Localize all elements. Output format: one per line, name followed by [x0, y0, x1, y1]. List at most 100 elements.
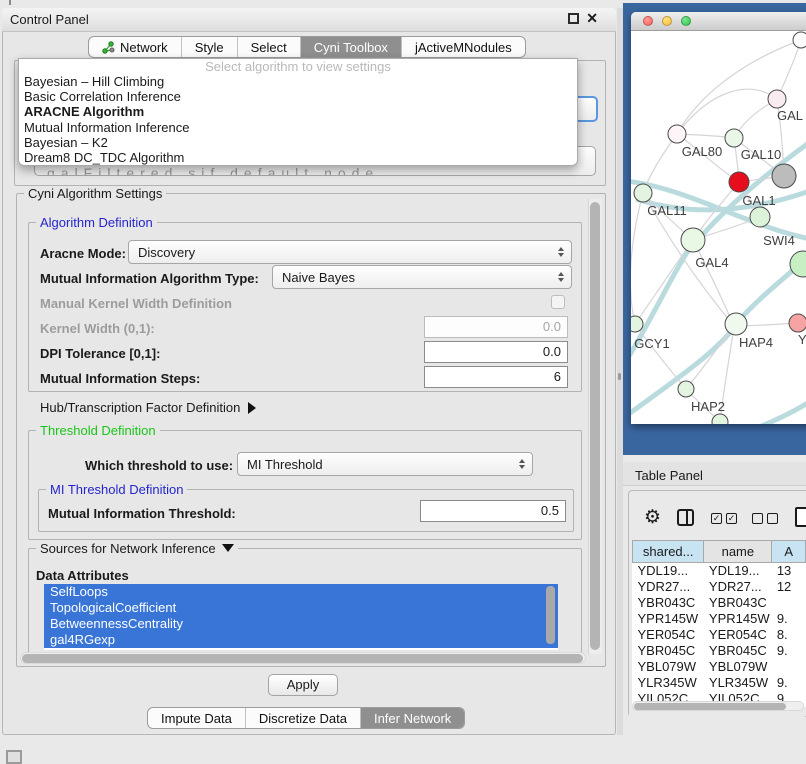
- mi-steps-field[interactable]: 6: [424, 366, 568, 388]
- list-scrollbar[interactable]: [546, 586, 555, 644]
- node[interactable]: [668, 125, 686, 143]
- dropdown-item[interactable]: Bayesian – Hill Climbing: [19, 74, 577, 89]
- list-item[interactable]: BetweennessCentrality: [44, 616, 558, 632]
- node[interactable]: [725, 129, 743, 147]
- mi-type-select[interactable]: Naive Bayes: [272, 265, 572, 289]
- node[interactable]: [634, 184, 652, 202]
- apply-button[interactable]: Apply: [268, 674, 338, 696]
- tab-cyni-toolbox[interactable]: Cyni Toolbox: [301, 37, 402, 57]
- dropdown-item[interactable]: Dream8 DC_TDC Algorithm: [19, 150, 577, 165]
- mi-threshold-field[interactable]: 0.5: [420, 500, 566, 522]
- network-window-titlebar[interactable]: [631, 12, 806, 31]
- node[interactable]: [793, 32, 806, 48]
- dropdown-item[interactable]: Bayesian – K2: [19, 135, 577, 150]
- network-canvas[interactable]: GAL GAL80 GAL10 GAL1 GAL11 SWI4 GAL4 GCY…: [631, 31, 806, 424]
- node-label: HAP4: [739, 335, 773, 350]
- control-panel-title: Control Panel: [10, 12, 89, 27]
- new-document-icon[interactable]: [795, 507, 806, 527]
- dpi-tolerance-label: DPI Tolerance [0,1]:: [40, 346, 160, 361]
- node-labels: GAL GAL80 GAL10 GAL1 GAL11 SWI4 GAL4 GCY…: [634, 108, 806, 414]
- node[interactable]: [631, 316, 643, 332]
- node-label: GAL1: [742, 193, 775, 208]
- close-icon[interactable]: ✕: [586, 10, 598, 27]
- mi-steps-label: Mutual Information Steps:: [40, 371, 200, 386]
- mi-type-value: Naive Bayes: [282, 270, 355, 285]
- which-threshold-select[interactable]: MI Threshold: [237, 452, 533, 476]
- mi-threshold-label: Mutual Information Threshold:: [48, 506, 236, 521]
- manual-kernel-checkbox[interactable]: [551, 295, 565, 309]
- stepper-icon: [558, 247, 564, 257]
- node-label: GAL: [777, 108, 803, 123]
- sources-legend[interactable]: Sources for Network Inference: [36, 541, 238, 556]
- hub-section-toggle[interactable]: Hub/Transcription Factor Definition: [40, 400, 256, 415]
- mi-threshold-legend: MI Threshold Definition: [46, 482, 187, 497]
- node[interactable]: [750, 207, 770, 227]
- dropdown-item[interactable]: Mutual Information Inference: [19, 120, 577, 135]
- gear-icon[interactable]: ⚙: [644, 506, 661, 529]
- node[interactable]: [678, 381, 694, 397]
- splitter-handle-icon[interactable]: [618, 373, 621, 380]
- data-attributes-list[interactable]: SelfLoops TopologicalCoefficient Between…: [44, 584, 558, 650]
- float-window-icon[interactable]: [568, 13, 579, 24]
- column-header-shared[interactable]: shared...: [633, 541, 704, 563]
- table-row[interactable]: YDL19...YDL19...13: [633, 563, 806, 579]
- tab-impute-data[interactable]: Impute Data: [148, 708, 246, 728]
- settings-hscrollbar-thumb[interactable]: [22, 654, 583, 663]
- edge: [686, 326, 734, 389]
- tab-network[interactable]: Network: [89, 37, 182, 57]
- unchecked-box-icon[interactable]: [752, 513, 763, 524]
- list-item[interactable]: TopologicalCoefficient: [44, 600, 558, 616]
- aracne-mode-select[interactable]: Discovery: [128, 240, 572, 264]
- data-attributes-label: Data Attributes: [36, 568, 129, 583]
- table-row[interactable]: YER054CYER054C8.: [633, 627, 806, 643]
- hub-section-label: Hub/Transcription Factor Definition: [40, 400, 240, 415]
- table-row[interactable]: YPR145WYPR145W9.: [633, 611, 806, 627]
- node[interactable]: [768, 90, 786, 108]
- column-header-name[interactable]: name: [704, 541, 772, 563]
- node-table: shared... name A YDL19...YDL19...13 YDR2…: [632, 540, 806, 707]
- node[interactable]: [729, 172, 749, 192]
- node[interactable]: [681, 228, 705, 252]
- list-item[interactable]: SelfLoops: [44, 584, 558, 600]
- mac-zoom-icon[interactable]: [681, 16, 691, 26]
- settings-vscrollbar-thumb[interactable]: [590, 202, 600, 650]
- node[interactable]: [772, 164, 796, 188]
- mac-close-icon[interactable]: [643, 16, 653, 26]
- tab-infer-network[interactable]: Infer Network: [361, 708, 464, 728]
- tab-style[interactable]: Style: [182, 37, 238, 57]
- table-hscrollbar-thumb[interactable]: [634, 703, 786, 710]
- tab-discretize-data[interactable]: Discretize Data: [246, 708, 361, 728]
- node-label: GAL4: [695, 255, 728, 270]
- checked-box-icon[interactable]: ✓: [711, 513, 722, 524]
- table-row[interactable]: YDR27...YDR27...12: [633, 579, 806, 595]
- threshold-definition-legend: Threshold Definition: [36, 423, 160, 438]
- node[interactable]: [725, 313, 747, 335]
- control-panel-titlebar: [2, 8, 616, 32]
- node-label: Y: [798, 332, 806, 347]
- scrollbar-remnant: [9, 0, 11, 5]
- algorithm-definition-legend: Algorithm Definition: [36, 215, 157, 230]
- table-row[interactable]: YBL079WYBL079W: [633, 659, 806, 675]
- kernel-width-field[interactable]: 0.0: [424, 316, 568, 338]
- table-combo-value: galFiltered.sif default node: [47, 165, 379, 176]
- tab-jactivemnodules[interactable]: jActiveMNodules: [402, 37, 525, 57]
- dropdown-item-selected[interactable]: ARACNE Algorithm: [19, 104, 577, 119]
- node[interactable]: [712, 414, 728, 424]
- split-columns-icon[interactable]: [677, 509, 694, 526]
- dpi-tolerance-field[interactable]: 0.0: [424, 341, 568, 363]
- tab-select[interactable]: Select: [238, 37, 301, 57]
- column-header-partial[interactable]: A: [772, 541, 806, 563]
- table-row[interactable]: YBR045CYBR045C9.: [633, 643, 806, 659]
- unchecked-box-icon[interactable]: [767, 513, 778, 524]
- mac-minimize-icon[interactable]: [662, 16, 672, 26]
- stepper-icon: [519, 459, 525, 469]
- dropdown-item[interactable]: Basic Correlation Inference: [19, 89, 577, 104]
- checked-box-icon[interactable]: ✓: [726, 513, 737, 524]
- tab-network-label: Network: [120, 40, 168, 55]
- collapse-down-icon: [222, 544, 234, 552]
- table-row[interactable]: YBR043CYBR043C: [633, 595, 806, 611]
- aracne-mode-label: Aracne Mode:: [40, 246, 126, 261]
- list-item[interactable]: gal4RGexp: [44, 632, 558, 648]
- table-row[interactable]: YLR345WYLR345W9.: [633, 675, 806, 691]
- node[interactable]: [789, 314, 806, 332]
